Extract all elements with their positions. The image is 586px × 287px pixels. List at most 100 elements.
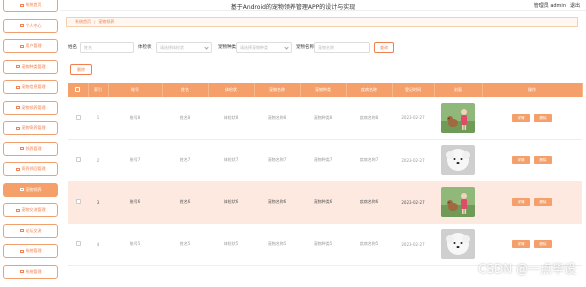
column-header: 疾病名称: [346, 83, 393, 97]
pettype-select-placeholder: 请选择宠物种类: [240, 45, 268, 50]
menu-icon: [19, 24, 24, 27]
pet-cover-image: [441, 229, 475, 259]
chevron-down-icon: [204, 45, 209, 50]
delete-button[interactable]: 删除: [534, 240, 552, 248]
delete-button[interactable]: 删除: [534, 198, 552, 206]
logout-link[interactable]: 退出: [570, 2, 580, 9]
column-header: 姓名: [162, 83, 209, 97]
breadcrumb-home[interactable]: 系统首页: [75, 19, 91, 25]
sidebar-item[interactable]: 宠物信息管理: [3, 80, 58, 94]
cell-date: 2023-02-27: [392, 139, 434, 182]
cell-petname: 宠物名称7: [254, 139, 300, 182]
cover-cell: [434, 139, 482, 182]
pettype-select[interactable]: 请选择宠物种类: [236, 42, 292, 53]
cell-date: 2023-02-27: [392, 223, 434, 266]
sidebar-item-label: 宠物信息管理: [21, 84, 46, 89]
sidebar-item[interactable]: 系统管理: [3, 244, 58, 258]
cell-pettype: 宠物种类6: [300, 181, 346, 224]
table-row[interactable]: 1 账号8 姓名8 体检状8 宠物名称8 宠物种类8 疾病名称8 2023-02-27 详情 删除: [68, 97, 582, 140]
row-checkbox[interactable]: [75, 199, 81, 204]
watermark: CSDN @一点毕设: [477, 262, 576, 276]
search-button[interactable]: 查询: [374, 42, 394, 53]
row-checkbox[interactable]: [75, 241, 81, 246]
row-select-cell: [68, 181, 88, 224]
sidebar-item[interactable]: 宠物交流管理: [3, 203, 58, 217]
detail-button[interactable]: 详情: [512, 156, 530, 164]
sidebar-item-label: 论坛交流: [25, 227, 42, 233]
delete-button[interactable]: 删除: [534, 113, 552, 122]
current-user: 管理员 admin: [533, 3, 566, 9]
menu-icon: [15, 167, 20, 171]
sidebar-item[interactable]: 宠物寄养管理: [3, 121, 58, 135]
breadcrumb-separator: /: [94, 19, 96, 25]
cell-name: 姓名8: [162, 97, 208, 140]
column-header: 登记时间: [392, 83, 435, 97]
breadcrumb-current: 宠物领养: [98, 19, 115, 24]
check-select-placeholder: 请选择体检状: [160, 45, 184, 50]
cell-disease: 疾病名称5: [346, 223, 392, 266]
column-header: 封面: [434, 83, 483, 97]
sidebar-item[interactable]: 个人中心: [3, 18, 58, 33]
column-header[interactable]: [68, 83, 89, 97]
sidebar-item[interactable]: 领养管理: [3, 141, 58, 156]
cell-petname: 宠物名称8: [254, 97, 300, 140]
actions-cell: 详情 删除: [482, 97, 582, 140]
cell-pettype: 宠物种类5: [300, 223, 346, 266]
name-input[interactable]: 姓名: [80, 42, 134, 53]
select-all-checkbox[interactable]: [75, 87, 81, 92]
sidebar-item-label: 系统首页: [25, 2, 42, 7]
table-header-row: 索引 账号 姓名 体检状 宠物名称 宠物种类 疾病名称 登记时间 封面 操作: [68, 83, 583, 97]
cell-account: 账号7: [108, 139, 162, 182]
cell-name: 姓名7: [162, 139, 208, 182]
table-row[interactable]: 2 账号7 姓名7 体检状7 宠物名称7 宠物种类7 疾病名称7 2023-02-27 详情 删除: [68, 139, 582, 182]
bulk-delete-button[interactable]: 删除: [70, 64, 92, 75]
row-checkbox[interactable]: [75, 114, 81, 120]
cell-name: 姓名5: [162, 223, 208, 266]
actions-cell: 详情 删除: [482, 181, 582, 224]
delete-button[interactable]: 删除: [534, 156, 552, 164]
sidebar-item[interactable]: 系统管理: [3, 264, 58, 279]
sidebar-item[interactable]: 宠物领养: [3, 182, 58, 197]
menu-icon: [19, 249, 24, 253]
column-header: 宠物种类: [300, 83, 347, 97]
check-label: 体检状: [138, 45, 152, 50]
check-select[interactable]: 请选择体检状: [156, 42, 212, 53]
menu-icon: [15, 65, 20, 68]
sidebar-item-label: 寄养领回管理: [21, 166, 46, 171]
cell-account: 账号8: [108, 97, 162, 140]
sidebar-item[interactable]: 论坛交流: [3, 223, 58, 238]
menu-icon: [19, 3, 24, 7]
sidebar-item-label: 宠物寄养管理: [21, 125, 46, 130]
menu-icon: [19, 229, 24, 232]
cell-account: 账号6: [108, 181, 162, 224]
cell-check: 体检状6: [208, 181, 254, 224]
row-checkbox[interactable]: [75, 157, 81, 162]
column-header: 账号: [108, 83, 163, 97]
cell-date: 2023-02-27: [392, 181, 434, 224]
menu-icon: [15, 106, 20, 109]
sidebar-item[interactable]: 用户管理: [3, 39, 58, 53]
detail-button[interactable]: 详情: [512, 113, 530, 122]
cell-index: 1: [88, 97, 108, 140]
sidebar-item[interactable]: 宠物领养管理: [3, 100, 58, 115]
detail-button[interactable]: 详情: [512, 240, 530, 248]
detail-button[interactable]: 详情: [512, 198, 530, 206]
table-row[interactable]: 3 账号6 姓名6 体检状6 宠物名称6 宠物种类6 疾病名称6 2023-02-27 详情 删除: [68, 181, 582, 224]
cell-index: 4: [88, 223, 108, 266]
cell-disease: 疾病名称7: [346, 139, 392, 182]
sidebar-item-label: 用户管理: [25, 43, 42, 48]
chevron-down-icon: [284, 45, 289, 50]
menu-icon: [15, 85, 20, 89]
sidebar-item-label: 领养管理: [25, 145, 42, 151]
cell-date: 2023-02-27: [392, 97, 434, 140]
cell-check: 体检状7: [208, 139, 254, 182]
column-header: 索引: [88, 83, 109, 97]
sidebar-item[interactable]: 宠物种类管理: [3, 59, 58, 74]
sidebar-item[interactable]: 系统首页: [3, 0, 58, 12]
sidebar-item[interactable]: 寄养领回管理: [3, 162, 58, 176]
table-row[interactable]: 4 账号5 姓名5 体检状5 宠物名称5 宠物种类5 疾病名称5 2023-02-27 详情 删除: [68, 223, 582, 266]
sidebar-item-label: 宠物交流管理: [21, 207, 46, 212]
column-header: 操作: [482, 83, 583, 97]
column-header: 体检状: [208, 83, 255, 97]
petname-input[interactable]: 宠物名称: [314, 42, 370, 53]
